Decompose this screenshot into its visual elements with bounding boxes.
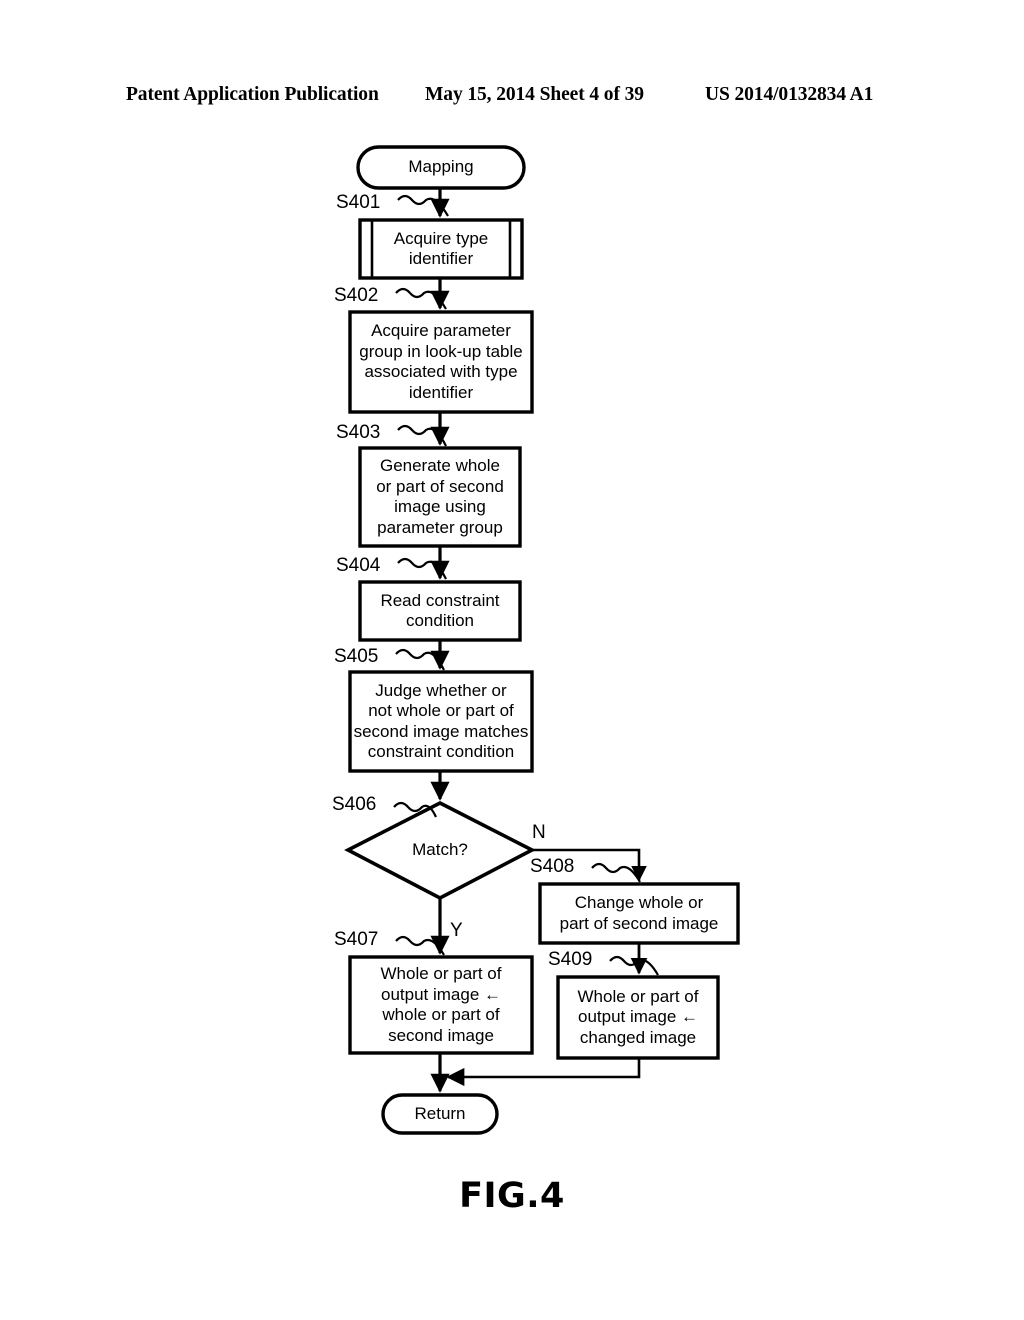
leader-s409 [609, 955, 659, 976]
flowchart-diagram [344, 145, 740, 1135]
step-label-s402: S402 [334, 285, 379, 306]
step-label-s406: S406 [332, 794, 377, 815]
branch-label-yes: Y [450, 920, 463, 941]
leader-s408 [591, 862, 641, 883]
step-label-s407: S407 [334, 929, 379, 950]
node-s404-shape [358, 580, 522, 642]
connector-s409-to-return-merge [446, 1058, 641, 1087]
node-s408-shape [538, 882, 740, 945]
node-s406-shape [344, 800, 536, 901]
branch-label-no: N [532, 822, 546, 843]
node-s409-shape [556, 975, 720, 1060]
step-label-s409: S409 [548, 949, 593, 970]
step-label-s405: S405 [334, 646, 379, 667]
node-s407-shape [348, 955, 534, 1055]
node-return-shape [381, 1093, 499, 1135]
step-label-s408: S408 [530, 856, 575, 877]
node-mapping-shape [356, 145, 526, 190]
node-s405-shape [348, 670, 534, 773]
step-label-s403: S403 [336, 422, 381, 443]
leader-s407 [395, 935, 445, 956]
node-s403-shape [358, 446, 522, 548]
step-label-s401: S401 [336, 192, 381, 213]
figure-caption: FIG.4 [459, 1176, 565, 1216]
leader-s405 [395, 648, 445, 671]
node-s402-shape [348, 310, 534, 414]
step-label-s404: S404 [336, 555, 381, 576]
node-s401-shape [358, 218, 524, 280]
